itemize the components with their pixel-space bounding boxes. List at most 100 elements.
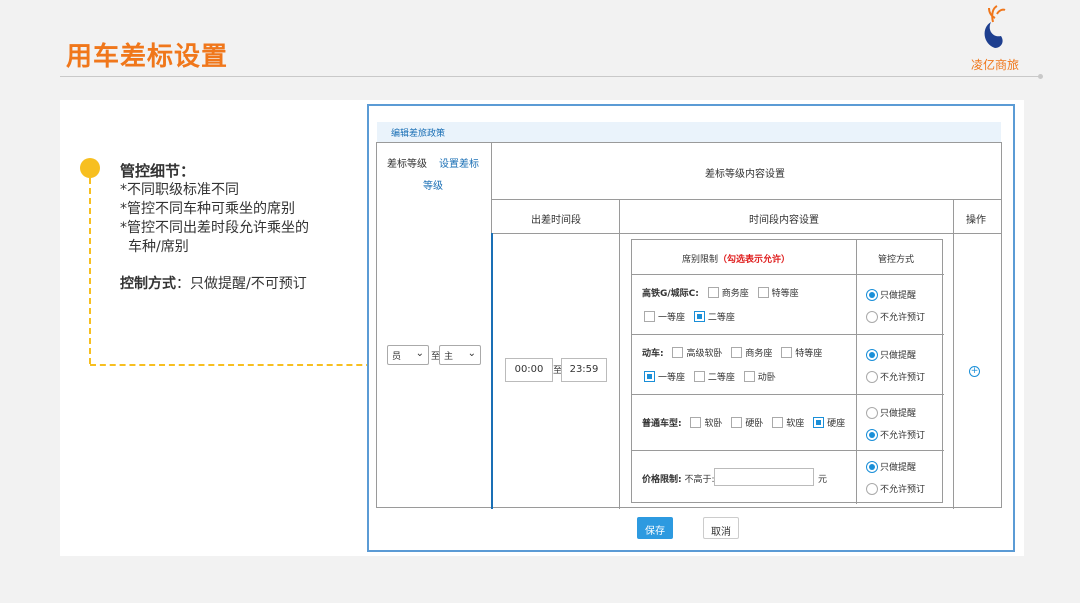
radio-label: 只做提醒 xyxy=(880,463,917,473)
connector-vertical xyxy=(89,178,91,364)
panel-header: 编辑差旅政策 xyxy=(377,122,1001,142)
grid-divider xyxy=(619,199,620,509)
level-from-select[interactable]: 员 ⌄ xyxy=(387,345,429,365)
checkbox[interactable] xyxy=(690,417,702,428)
cancel-button[interactable]: 取消 xyxy=(703,517,739,539)
edit-policy-panel: 编辑差旅政策 差标等级 设置差标 等级 差标等级内容设置 出差时间段 时间段内容… xyxy=(367,104,1015,552)
radio-selected-icon xyxy=(866,429,878,441)
option-label: 商务座 xyxy=(745,349,773,359)
connector-horizontal xyxy=(90,364,382,366)
checkbox[interactable] xyxy=(731,347,743,358)
control-header: 管控方式 xyxy=(878,255,915,265)
notes-item: *管控不同车种可乘坐的席别 xyxy=(120,201,295,217)
col-period-content-header: 时间段内容设置 xyxy=(749,215,819,226)
notes-item: *管控不同出差时段允许乘坐的 xyxy=(120,220,309,236)
level-to-value: 主 xyxy=(444,352,454,362)
option-label: 二等座 xyxy=(707,313,735,323)
dongche-label: 动车: xyxy=(642,349,664,359)
price-sub-label: 不高于: xyxy=(684,475,715,485)
radio-label: 不允许预订 xyxy=(880,485,926,495)
gaotie-row-line2: 一等座 二等座 xyxy=(638,310,735,323)
checkbox[interactable] xyxy=(731,417,743,428)
checkbox-checked[interactable] xyxy=(693,311,705,322)
seat-header-note: （勾选表示允许） xyxy=(718,255,791,265)
radio-label: 不允许预订 xyxy=(880,431,926,441)
seat-header-label: 席别限制 xyxy=(682,255,719,265)
option-label: 一等座 xyxy=(658,373,686,383)
control-radio[interactable]: 只做提醒 xyxy=(866,348,916,361)
radio-label: 只做提醒 xyxy=(880,351,917,361)
radio-label: 只做提醒 xyxy=(880,291,917,301)
seat-limit-table: 席别限制（勾选表示允许） 管控方式 高铁G/城际C: 商务座 特等座 一等座 二… xyxy=(631,239,944,504)
radio-selected-icon xyxy=(866,461,878,473)
grid-divider xyxy=(953,199,954,509)
radio-icon xyxy=(866,483,878,495)
dongche-row-line2: 一等座 二等座 动卧 xyxy=(638,370,776,383)
level-to-select[interactable]: 主 ⌄ xyxy=(439,345,481,365)
putong-row: 普通车型: 软卧 硬卧 软座 硬座 xyxy=(642,416,845,429)
checkbox[interactable] xyxy=(693,371,705,382)
control-radio[interactable]: 只做提醒 xyxy=(866,288,916,301)
option-label: 软卧 xyxy=(704,419,723,429)
dongche-row-line1: 动车: 高级软卧 商务座 特等座 xyxy=(642,346,822,359)
option-label: 硬座 xyxy=(827,419,846,429)
checkbox[interactable] xyxy=(644,311,655,322)
control-method-value: ：只做提醒/不可预订 xyxy=(176,276,307,292)
gaotie-row-line1: 高铁G/城际C: 商务座 特等座 xyxy=(642,286,799,299)
grid-divider xyxy=(632,334,944,335)
grid-divider xyxy=(632,274,944,275)
col-level-header: 差标等级 xyxy=(387,159,427,170)
radio-icon xyxy=(866,407,878,419)
option-label: 特等座 xyxy=(771,289,799,299)
notes-block: 管控细节： *不同职级标准不同 *管控不同车种可乘坐的席别 *管控不同出差时段允… xyxy=(120,162,360,294)
slide-title: 用车差标设置 xyxy=(66,42,229,72)
chevron-down-icon: ⌄ xyxy=(467,348,476,359)
radio-label: 不允许预订 xyxy=(880,313,926,323)
set-level-link-2[interactable]: 等级 xyxy=(423,177,443,192)
checkbox[interactable] xyxy=(757,287,769,298)
checkbox-checked[interactable] xyxy=(813,417,825,428)
grid-divider xyxy=(856,240,857,504)
control-radio[interactable]: 不允许预订 xyxy=(866,310,925,323)
policy-grid: 差标等级 设置差标 等级 差标等级内容设置 出差时间段 时间段内容设置 操作 员… xyxy=(376,142,1002,509)
col-period-header: 出差时间段 xyxy=(531,215,581,226)
control-radio[interactable]: 不允许预订 xyxy=(866,370,925,383)
checkbox[interactable] xyxy=(707,287,719,298)
control-radio[interactable]: 只做提醒 xyxy=(866,406,916,419)
save-button[interactable]: 保存 xyxy=(637,517,673,539)
option-label: 动卧 xyxy=(757,373,776,383)
control-radio[interactable]: 只做提醒 xyxy=(866,460,916,473)
gaotie-label: 高铁G/城际C: xyxy=(642,289,699,299)
radio-icon xyxy=(866,371,878,383)
price-row: 价格限制: 不高于: xyxy=(642,472,715,485)
radio-label: 不允许预订 xyxy=(880,373,926,383)
option-label: 商务座 xyxy=(721,289,749,299)
checkbox[interactable] xyxy=(772,417,784,428)
checkbox[interactable] xyxy=(672,347,684,358)
set-level-link[interactable]: 设置差标 xyxy=(439,155,479,170)
control-method-label: 控制方式 xyxy=(120,276,176,292)
add-row-icon[interactable]: + xyxy=(969,366,980,377)
option-label: 高级软卧 xyxy=(686,349,723,359)
checkbox-checked[interactable] xyxy=(644,371,655,382)
price-unit: 元 xyxy=(818,475,828,485)
time-from-input[interactable]: 00:00 xyxy=(505,358,553,382)
seat-header: 席别限制（勾选表示允许） xyxy=(682,252,790,265)
notes-item: 车种/席别 xyxy=(128,239,189,255)
price-limit-input[interactable] xyxy=(714,468,814,486)
option-label: 二等座 xyxy=(707,373,735,383)
checkbox[interactable] xyxy=(781,347,793,358)
logo-text: 凌亿商旅 xyxy=(970,58,1019,72)
putong-label: 普通车型: xyxy=(642,419,682,429)
col-content-header: 差标等级内容设置 xyxy=(705,169,785,180)
radio-selected-icon xyxy=(866,289,878,301)
control-radio[interactable]: 不允许预订 xyxy=(866,428,925,441)
grid-divider xyxy=(632,394,944,395)
control-radio[interactable]: 不允许预订 xyxy=(866,482,925,495)
option-label: 软座 xyxy=(786,419,805,429)
time-to-input[interactable]: 23:59 xyxy=(561,358,607,382)
chevron-down-icon: ⌄ xyxy=(415,348,424,359)
radio-label: 只做提醒 xyxy=(880,409,917,419)
checkbox[interactable] xyxy=(743,371,755,382)
price-label: 价格限制: xyxy=(642,475,682,485)
